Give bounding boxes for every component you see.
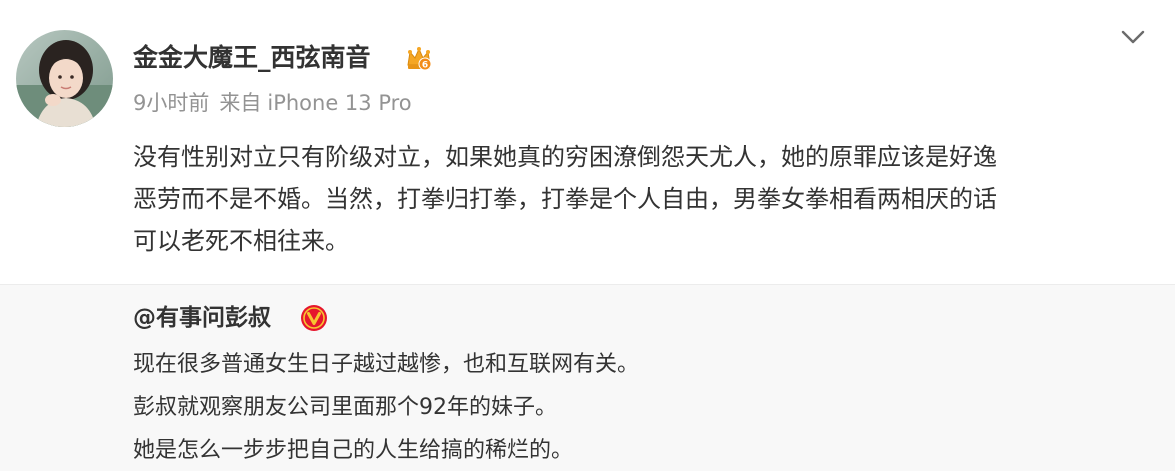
post-meta: 9小时前 来自 iPhone 13 Pro [133, 88, 412, 118]
svg-text:6: 6 [422, 61, 428, 71]
source-device[interactable]: iPhone 13 Pro [267, 91, 411, 115]
vip-crown-icon[interactable]: 6 [404, 43, 434, 73]
source-label: 来自 [219, 91, 262, 115]
post-text-line: 没有性别对立只有阶级对立，如果她真的穷困潦倒怨天尤人，她的原罪应该是好逸 [133, 143, 997, 171]
chevron-down-icon[interactable] [1118, 26, 1148, 48]
repost-text-line: 她是怎么一步步把自己的人生给搞的稀烂的。 [133, 438, 574, 463]
repost-text-line: 彭叔就观察朋友公司里面那个92年的妹子。 [133, 395, 557, 420]
post-text: 没有性别对立只有阶级对立，如果她真的穷困潦倒怨天尤人，她的原罪应该是好逸 恶劳而… [133, 136, 1153, 262]
post-text-line: 可以老死不相往来。 [133, 227, 349, 255]
repost-text: 现在很多普通女生日子越过越惨，也和互联网有关。 彭叔就观察朋友公司里面那个92年… [133, 343, 1153, 472]
post-time[interactable]: 9小时前 [133, 91, 209, 115]
author-name[interactable]: 金金大魔王_西弦南音 [133, 40, 371, 76]
avatar-photo [16, 30, 113, 127]
repost-text-line: 现在很多普通女生日子越过越惨，也和互联网有关。 [133, 352, 640, 377]
avatar[interactable] [16, 30, 113, 127]
post-text-line: 恶劳而不是不婚。当然，打拳归打拳，打拳是个人自由，男拳女拳相看两相厌的话 [133, 185, 997, 213]
weibo-post-card: 金金大魔王_西弦南音 6 9小时前 来自 iPhone 13 Pro 没有性别对立只… [0, 0, 1175, 472]
repost-author[interactable]: @有事问彭叔 [133, 300, 271, 336]
verified-v-icon [300, 304, 328, 332]
